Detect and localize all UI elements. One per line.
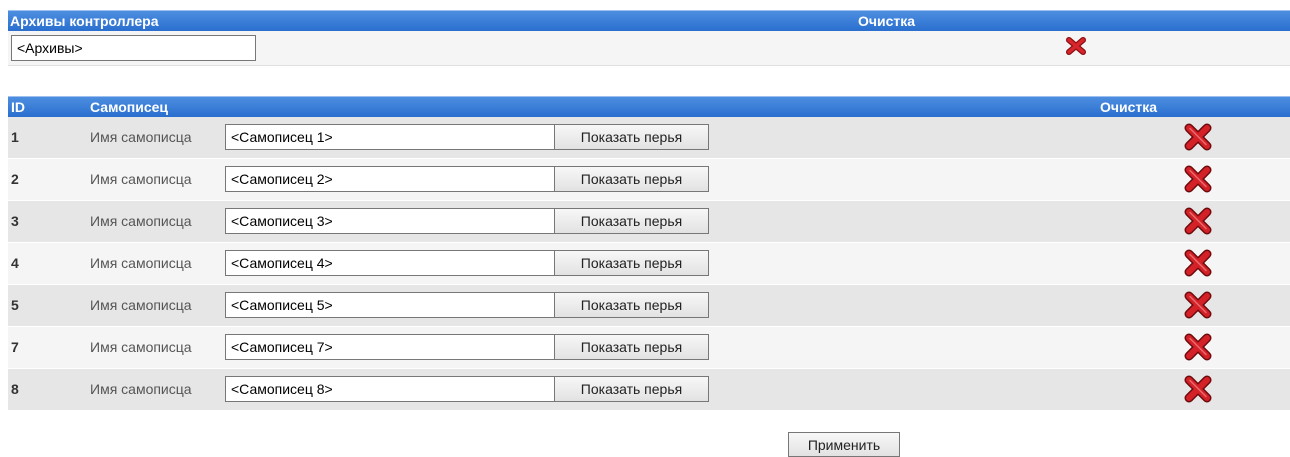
clear-archives-icon[interactable]: [1066, 37, 1086, 55]
recorder-row: 1 Имя самописца Показать перья: [8, 117, 1290, 159]
delete-recorder-icon[interactable]: [1183, 290, 1213, 320]
recorder-id: 5: [11, 297, 19, 313]
delete-recorder-icon[interactable]: [1183, 122, 1213, 152]
recorder-row: 8 Имя самописца Показать перья: [8, 369, 1290, 411]
archives-header-title: Архивы контроллера: [10, 13, 159, 29]
archives-header-clear: Очистка: [858, 13, 916, 29]
apply-button[interactable]: Применить: [788, 432, 900, 457]
recorder-id: 1: [11, 129, 19, 145]
recorders-header-id: ID: [11, 99, 25, 115]
recorders-header-name: Самописец: [90, 99, 169, 115]
recorder-name-input[interactable]: [225, 292, 555, 318]
recorders-panel: ID Самописец Очистка 1 Имя самописца Показ…: [8, 96, 1290, 411]
recorder-name-label: Имя самописца: [90, 213, 192, 229]
recorder-id: 8: [11, 381, 19, 397]
recorder-name-label: Имя самописца: [90, 129, 192, 145]
recorder-id: 7: [11, 339, 19, 355]
recorders-list: 1 Имя самописца Показать перья 2 Имя самопис…: [8, 117, 1290, 411]
delete-recorder-icon[interactable]: [1183, 248, 1213, 278]
show-pens-button[interactable]: Показать перья: [554, 208, 709, 234]
delete-recorder-icon[interactable]: [1183, 374, 1213, 404]
recorder-id: 2: [11, 171, 19, 187]
recorder-name-label: Имя самописца: [90, 297, 192, 313]
show-pens-button[interactable]: Показать перья: [554, 292, 709, 318]
archives-panel: Архивы контроллера Очистка: [8, 10, 1290, 66]
recorder-name-input[interactable]: [225, 166, 555, 192]
recorder-name-label: Имя самописца: [90, 339, 192, 355]
recorder-name-label: Имя самописца: [90, 381, 192, 397]
recorder-name-label: Имя самописца: [90, 171, 192, 187]
show-pens-button[interactable]: Показать перья: [554, 250, 709, 276]
recorder-name-input[interactable]: [225, 208, 555, 234]
recorder-row: 5 Имя самописца Показать перья: [8, 285, 1290, 327]
delete-recorder-icon[interactable]: [1183, 332, 1213, 362]
recorder-id: 4: [11, 255, 19, 271]
show-pens-button[interactable]: Показать перья: [554, 124, 709, 150]
delete-recorder-icon[interactable]: [1183, 164, 1213, 194]
recorder-name-input[interactable]: [225, 376, 555, 402]
recorder-row: 7 Имя самописца Показать перья: [8, 327, 1290, 369]
show-pens-button[interactable]: Показать перья: [554, 334, 709, 360]
recorder-row: 4 Имя самописца Показать перья: [8, 243, 1290, 285]
recorder-name-input[interactable]: [225, 124, 555, 150]
recorder-name-input[interactable]: [225, 250, 555, 276]
archives-body: [8, 31, 1290, 66]
show-pens-button[interactable]: Показать перья: [554, 166, 709, 192]
recorders-header: ID Самописец Очистка: [8, 96, 1290, 117]
recorder-name-label: Имя самописца: [90, 255, 192, 271]
archives-header: Архивы контроллера Очистка: [8, 10, 1290, 31]
recorder-name-input[interactable]: [225, 334, 555, 360]
delete-recorder-icon[interactable]: [1183, 206, 1213, 236]
recorder-row: 2 Имя самописца Показать перья: [8, 159, 1290, 201]
recorder-row: 3 Имя самописца Показать перья: [8, 201, 1290, 243]
show-pens-button[interactable]: Показать перья: [554, 376, 709, 402]
recorders-header-clear: Очистка: [1100, 99, 1158, 115]
archives-field[interactable]: [11, 35, 256, 61]
recorder-id: 3: [11, 213, 19, 229]
